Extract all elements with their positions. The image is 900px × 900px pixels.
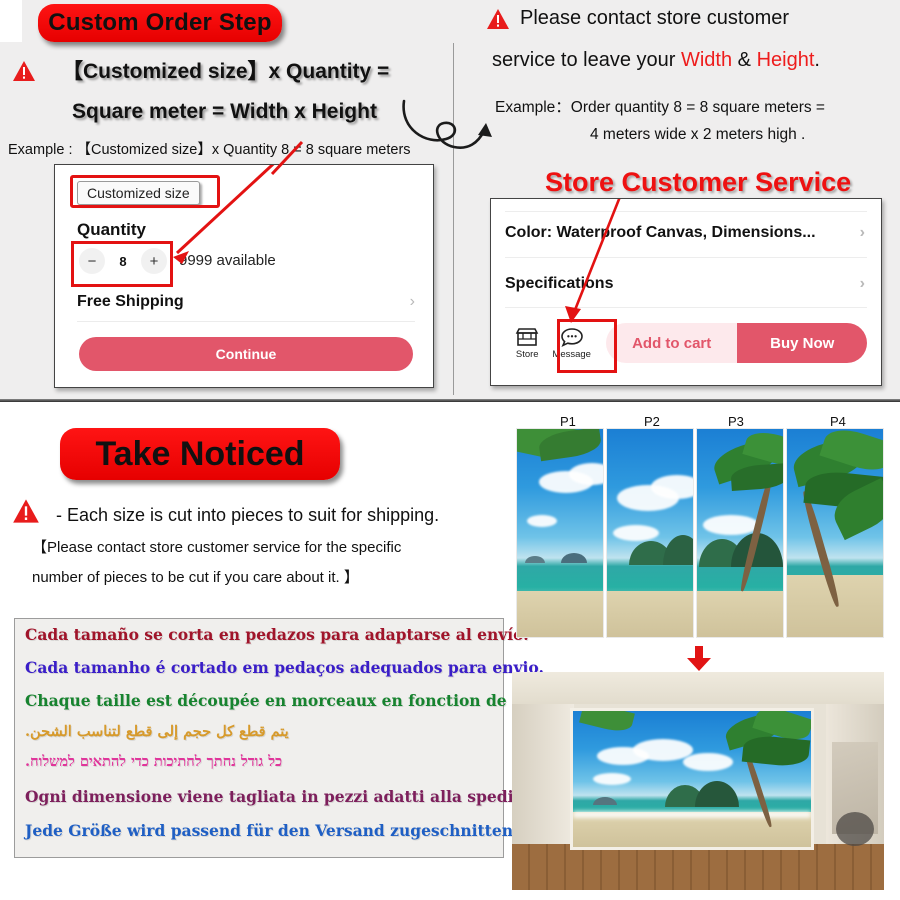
- chevron-right-icon: ›: [859, 275, 865, 292]
- top-section: Custom Order Step 【Customized size】x Qua…: [0, 0, 900, 402]
- custom-order-step-badge: Custom Order Step: [38, 4, 282, 42]
- beach-panel-3: [696, 428, 784, 638]
- language-line-italian: Ogni dimensione viene tagliata in pezzi …: [25, 787, 566, 806]
- store-customer-service-title: Store Customer Service: [545, 167, 852, 197]
- customized-size-formula-line2: Square meter = Width x Height: [72, 100, 377, 123]
- notice-line-1: - Each size is cut into pieces to suit f…: [56, 505, 440, 525]
- take-noticed-badge: Take Noticed: [60, 428, 340, 480]
- quantity-increase-button[interactable]: +: [141, 248, 167, 274]
- add-to-cart-button[interactable]: Add to cart: [605, 323, 738, 363]
- product-options-card: Customized size Quantity − 8 + 9999 avai…: [54, 164, 434, 388]
- panel-label-p2: P2: [644, 414, 660, 429]
- curved-arrow-icon: [402, 99, 492, 149]
- quantity-value[interactable]: 8: [109, 254, 137, 269]
- continue-button[interactable]: Continue: [79, 337, 413, 371]
- height-keyword: Height: [756, 49, 815, 71]
- contact-service-line1: Please contact store customer: [520, 7, 790, 29]
- panel-label-p3: P3: [728, 414, 744, 429]
- divider: [505, 257, 867, 258]
- beach-panel-4: [786, 428, 884, 638]
- beach-panel-1: [516, 428, 604, 638]
- right-example-line2: 4 meters wide x 2 meters high .: [590, 126, 806, 143]
- language-line-hebrew: כל גודל נחתך לחתיכות כדי להתאים למשלוח.: [25, 753, 283, 770]
- left-example-text: Example : 【Customized size】x Quantity 8 …: [8, 142, 411, 158]
- free-shipping-label: Free Shipping: [77, 293, 184, 310]
- beach-panel-2: [606, 428, 694, 638]
- quantity-decrease-button[interactable]: −: [79, 248, 105, 274]
- store-button[interactable]: Store: [505, 327, 549, 360]
- panel-label-p1: P1: [560, 414, 576, 429]
- warning-triangle-icon: [12, 498, 40, 524]
- available-stock-text: 9999 available: [179, 252, 276, 269]
- store-action-card: Color: Waterproof Canvas, Dimensions... …: [490, 198, 882, 386]
- room-mockup-preview: [512, 672, 884, 890]
- warning-triangle-icon: [12, 60, 36, 82]
- top-left-notch: [0, 0, 22, 42]
- beach-panels-preview: [516, 428, 884, 638]
- line2-period: .: [814, 49, 820, 71]
- action-bar: Store Message Add to cart Buy Now: [505, 317, 867, 373]
- free-shipping-row[interactable]: Free Shipping ›: [77, 293, 415, 322]
- customized-size-formula-line1: 【Customized size】x Quantity =: [62, 60, 390, 83]
- right-example-line1: Example：Order quantity 8 = 8 square mete…: [495, 99, 825, 116]
- panel-label-p4: P4: [830, 414, 846, 429]
- language-line-portuguese: Cada tamanho é cortado em pedaços adequa…: [25, 658, 544, 677]
- divider: [505, 211, 867, 212]
- language-line-spanish: Cada tamaño se corta en pedazos para ada…: [25, 625, 529, 644]
- language-line-german: Jede Größe wird passend für den Versand …: [25, 821, 519, 840]
- warning-triangle-icon: [486, 8, 510, 30]
- line2-amp: &: [732, 49, 757, 71]
- color-option-label: Color: Waterproof Canvas, Dimensions...: [505, 224, 816, 241]
- line2-prefix: service to leave your: [492, 49, 681, 71]
- multilingual-notice-box: Cada tamaño se corta en pedazos para ada…: [14, 618, 619, 858]
- language-line-arabic: يتم قطع كل حجم إلى قطع لتناسب الشحن.: [25, 723, 289, 740]
- buy-now-button[interactable]: Buy Now: [737, 323, 867, 363]
- customized-size-highlight: [70, 175, 220, 208]
- message-button-highlight: [557, 319, 617, 373]
- width-keyword: Width: [680, 49, 733, 71]
- divider: [505, 307, 867, 308]
- page-root: Custom Order Step 【Customized size】x Qua…: [0, 0, 900, 900]
- down-arrow-icon: [687, 646, 711, 671]
- quantity-stepper[interactable]: − 8 +: [79, 248, 167, 274]
- chevron-right-icon: ›: [409, 293, 415, 310]
- contact-service-line2: service to leave your Width & Height.: [492, 49, 820, 72]
- color-option-row[interactable]: Color: Waterproof Canvas, Dimensions... …: [505, 224, 865, 242]
- specifications-row[interactable]: Specifications ›: [505, 275, 865, 293]
- specifications-label: Specifications: [505, 275, 614, 292]
- notice-line-3: number of pieces to be cut if you care a…: [32, 569, 359, 586]
- chevron-right-icon: ›: [859, 224, 865, 241]
- notice-line-2: 【Please contact store customer service f…: [32, 539, 402, 556]
- store-icon: [515, 327, 539, 346]
- store-label: Store: [515, 348, 539, 360]
- quantity-label: Quantity: [77, 220, 146, 239]
